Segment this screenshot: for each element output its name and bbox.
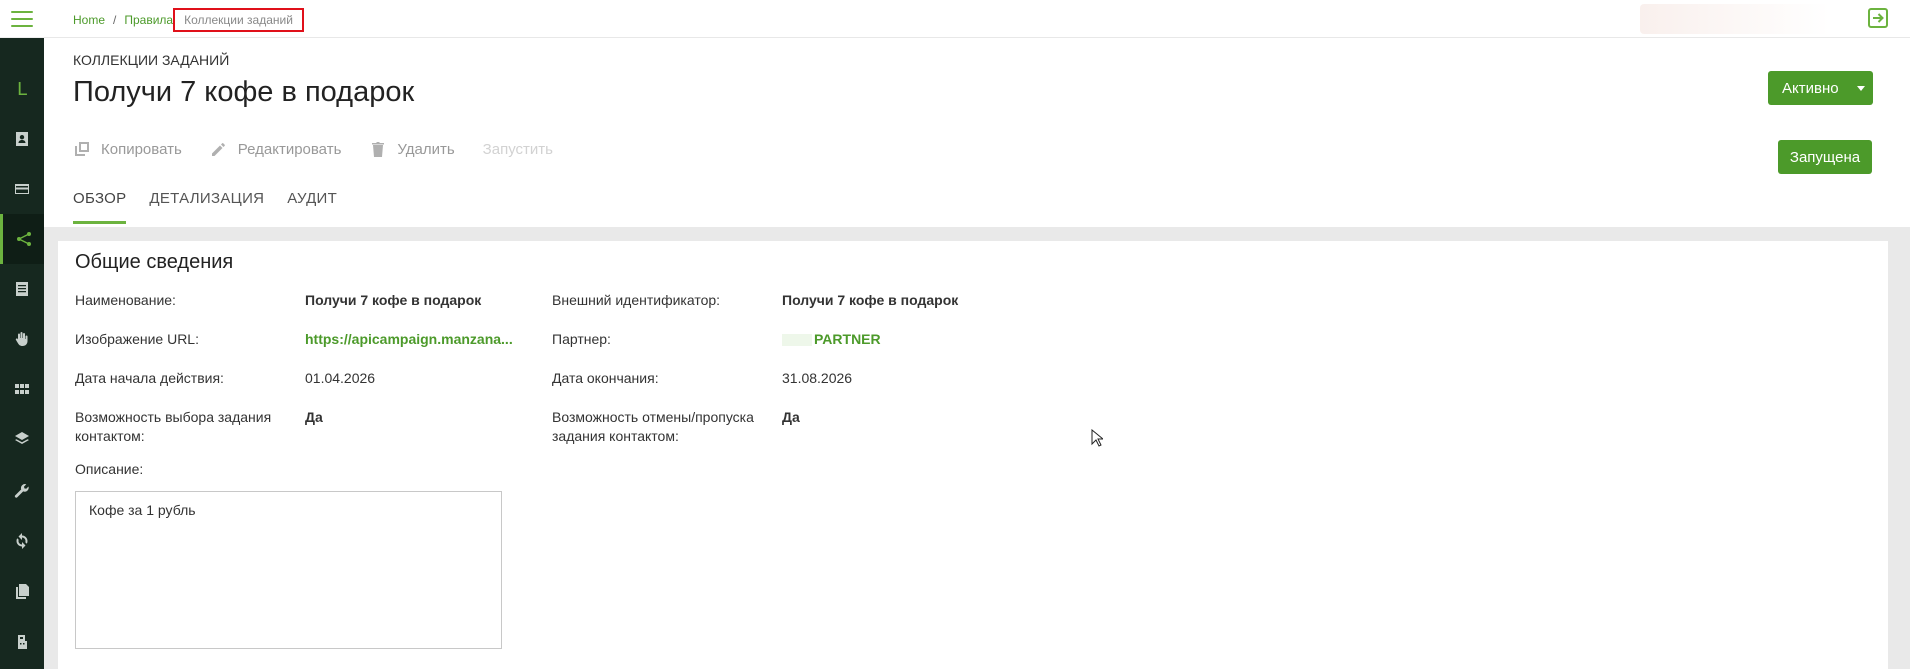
sidebar-item-settings[interactable] xyxy=(0,466,44,516)
section-label: КОЛЛЕКЦИИ ЗАДАНИЙ xyxy=(73,52,230,68)
name-value: Получи 7 кофе в подарок xyxy=(305,292,482,308)
launched-button[interactable]: Запущена xyxy=(1778,140,1872,174)
tab-details[interactable]: ДЕТАЛИЗАЦИЯ xyxy=(149,190,264,224)
sidebar-item-contacts[interactable] xyxy=(0,114,44,164)
sidebar-item-apps[interactable] xyxy=(0,364,44,414)
cancel-label: Возможность отмены/пропуска задания конт… xyxy=(552,408,754,446)
external-id-label: Внешний идентификатор: xyxy=(552,292,721,308)
menu-toggle-button[interactable] xyxy=(0,0,44,38)
status-button-label: Активно xyxy=(1782,79,1839,97)
pos-terminal-icon xyxy=(18,635,27,649)
overview-card: Общие сведения Наименование: Получи 7 ко… xyxy=(58,241,1888,669)
apps-grid-icon xyxy=(15,384,29,394)
choice-label-line-2: контактом: xyxy=(75,428,145,444)
cancel-label-line-1: Возможность отмены/пропуска xyxy=(552,409,754,425)
description-label: Описание: xyxy=(75,461,144,477)
copy-icon xyxy=(16,584,29,599)
trash-icon xyxy=(372,142,385,157)
breadcrumb-current: Коллекции заданий xyxy=(173,8,304,32)
cancel-value: Да xyxy=(782,409,800,425)
sidebar-item-rules[interactable] xyxy=(0,214,44,264)
toolbar: Копировать Редактировать Удалить Запусти… xyxy=(73,140,581,158)
tabs: ОБЗОР ДЕТАЛИЗАЦИЯ АУДИТ xyxy=(73,190,360,224)
status-dropdown-button[interactable]: Активно xyxy=(1768,71,1873,105)
delete-button[interactable]: Удалить xyxy=(369,140,455,158)
choice-label: Возможность выбора задания контактом: xyxy=(75,408,271,446)
edit-label: Редактировать xyxy=(237,140,342,158)
choice-value: Да xyxy=(305,409,323,425)
end-date-label: Дата окончания: xyxy=(552,370,659,386)
credit-card-icon xyxy=(15,184,29,194)
contact-card-icon xyxy=(16,132,28,146)
partner-name-redacted xyxy=(782,334,812,347)
run-label: Запустить xyxy=(482,140,553,158)
layers-icon xyxy=(15,432,29,444)
wrench-icon xyxy=(14,484,29,498)
sidebar-item-layers[interactable] xyxy=(0,414,44,464)
share-icon xyxy=(16,232,31,246)
sync-icon xyxy=(16,533,28,549)
sidebar: L xyxy=(0,0,44,669)
page-title: Получи 7 кофе в подарок xyxy=(73,76,415,108)
breadcrumb-home-link[interactable]: Home xyxy=(73,13,105,27)
sidebar-item-sync[interactable] xyxy=(0,516,44,566)
cancel-label-line-2: задания контактом: xyxy=(552,428,679,444)
caret-down-icon[interactable] xyxy=(1849,71,1873,105)
sidebar-item-documents[interactable] xyxy=(0,566,44,616)
copy-label: Копировать xyxy=(101,140,182,158)
start-date-value: 01.04.2026 xyxy=(305,370,376,386)
sidebar-item-reports[interactable] xyxy=(0,264,44,314)
edit-button[interactable]: Редактировать xyxy=(210,140,342,158)
start-date-label: Дата начала действия: xyxy=(75,370,224,386)
image-url-link[interactable]: https://apicampaign.manzana... xyxy=(305,330,513,349)
top-bar: Home / Правила Коллекции заданий xyxy=(44,0,1910,38)
breadcrumb-separator: / xyxy=(113,13,117,27)
logout-icon xyxy=(1868,8,1888,28)
user-info[interactable] xyxy=(1640,4,1830,34)
run-button[interactable]: Запустить xyxy=(483,141,553,158)
tab-overview[interactable]: ОБЗОР xyxy=(73,190,127,224)
pencil-icon xyxy=(211,143,225,156)
sidebar-item-cards[interactable] xyxy=(0,164,44,214)
card-title: Общие сведения xyxy=(75,251,234,273)
choice-label-line-1: Возможность выбора задания xyxy=(75,409,272,425)
sidebar-item-pos[interactable] xyxy=(0,617,44,667)
copy-icon xyxy=(75,142,89,156)
tab-audit[interactable]: АУДИТ xyxy=(287,190,337,224)
partner-label: Партнер: xyxy=(552,331,611,347)
delete-label: Удалить xyxy=(397,140,455,158)
copy-button[interactable]: Копировать xyxy=(73,140,182,158)
description-box: Кофе за 1 рубль xyxy=(75,491,502,649)
external-id-value: Получи 7 кофе в подарок xyxy=(782,292,959,308)
hamburger-icon xyxy=(11,10,33,27)
breadcrumb: Home / Правила Коллекции заданий xyxy=(73,8,304,32)
partner-value: PARTNER xyxy=(814,331,881,347)
logo: L xyxy=(16,78,28,100)
logout-button[interactable] xyxy=(1866,6,1890,30)
sidebar-item-gestures[interactable] xyxy=(0,314,44,364)
name-label: Наименование: xyxy=(75,292,176,308)
list-icon xyxy=(16,282,28,296)
hand-icon xyxy=(15,332,28,346)
sidebar-logo[interactable]: L xyxy=(0,64,44,114)
partner-link[interactable]: PARTNER xyxy=(782,330,881,349)
mouse-cursor-icon xyxy=(1091,429,1103,447)
breadcrumb-rules-link[interactable]: Правила xyxy=(124,13,173,27)
end-date-value: 31.08.2026 xyxy=(782,370,853,386)
image-url-label: Изображение URL: xyxy=(75,331,199,347)
